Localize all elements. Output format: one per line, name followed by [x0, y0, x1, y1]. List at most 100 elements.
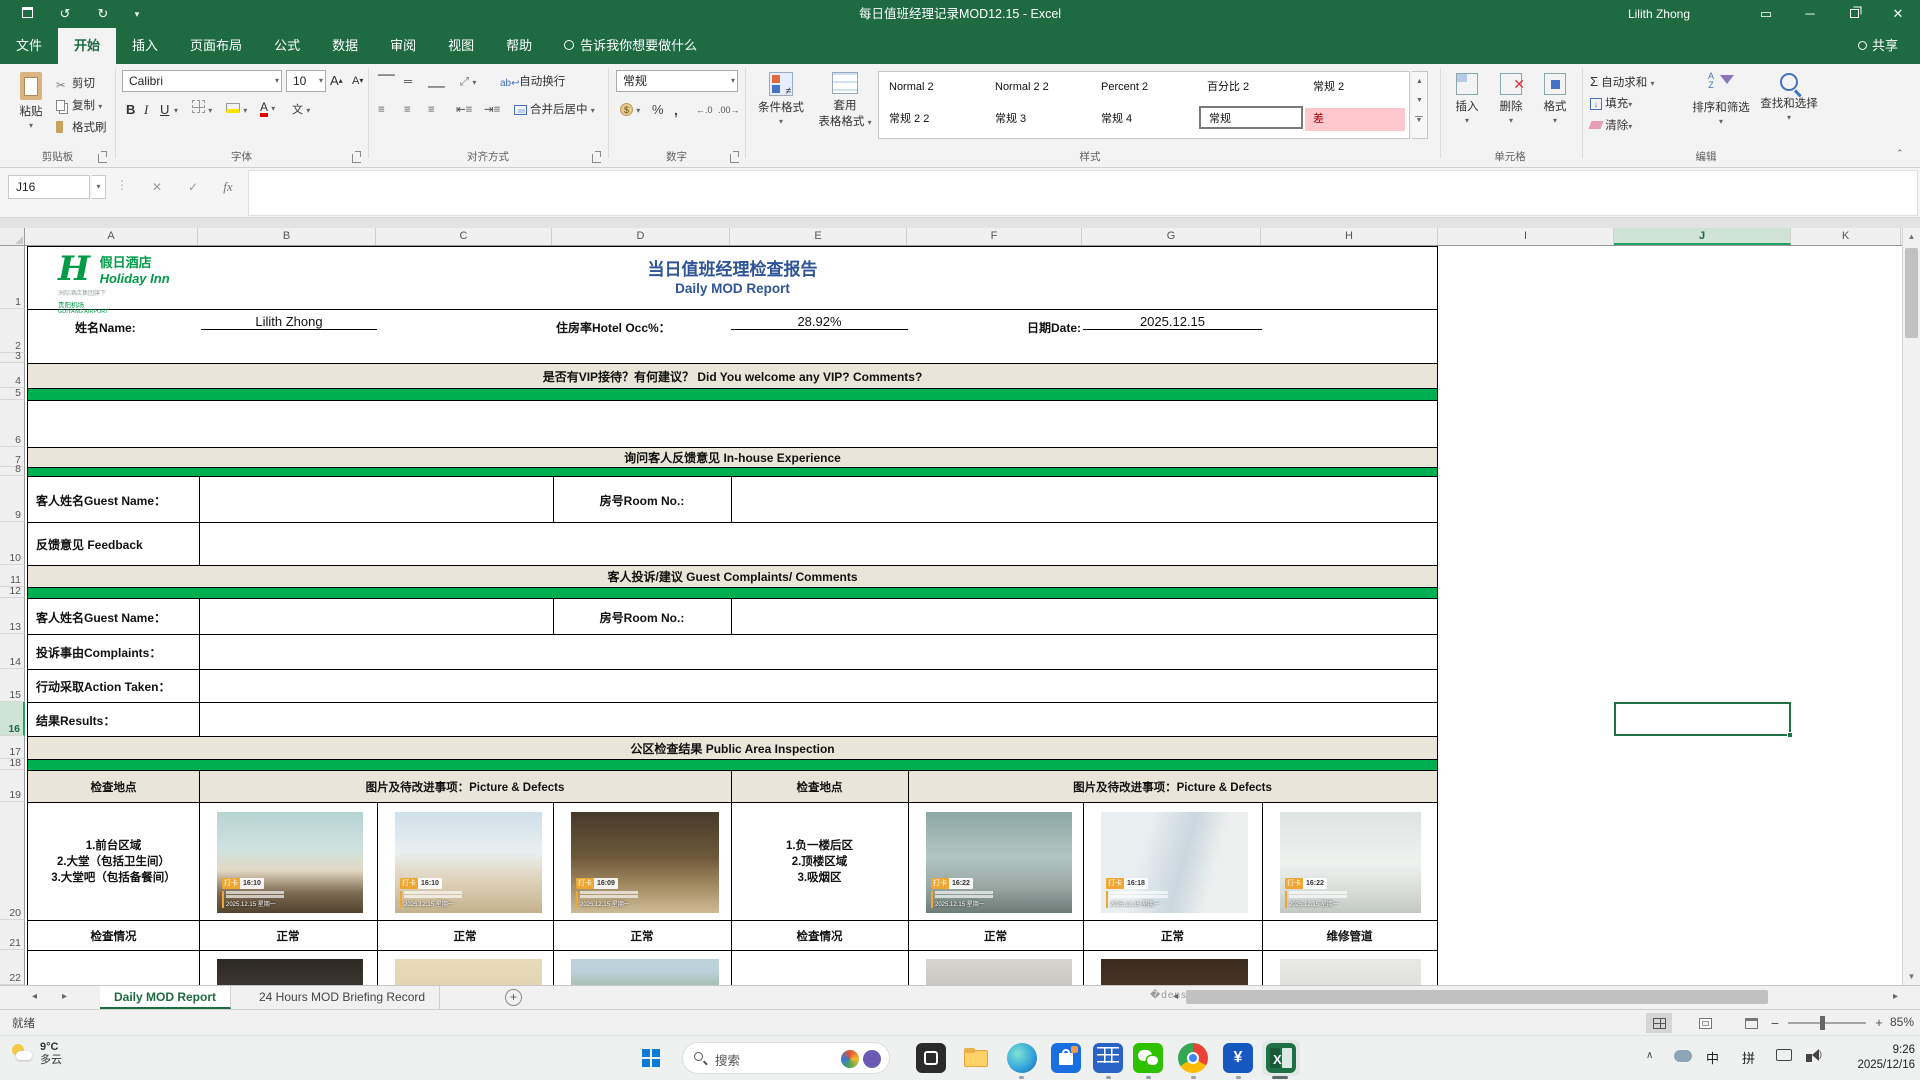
- inspection-photo-b22[interactable]: [217, 959, 363, 986]
- style-bad[interactable]: 差: [1305, 108, 1405, 131]
- ime-language-indicator[interactable]: 中: [1706, 1048, 1719, 1067]
- occupancy-value[interactable]: 28.92%: [731, 314, 908, 330]
- row-header-4[interactable]: 4: [0, 363, 25, 388]
- sort-filter-button[interactable]: AZ 排序和筛选▾: [1688, 70, 1754, 140]
- increase-indent-icon[interactable]: ⇥≡: [484, 100, 500, 120]
- row-header-2[interactable]: 2: [0, 309, 25, 353]
- style-changgui-3[interactable]: 常规 3: [987, 108, 1091, 131]
- align-middle-icon[interactable]: ═: [404, 72, 411, 92]
- comma-style-button[interactable]: ,: [674, 100, 678, 120]
- col-header-I[interactable]: I: [1438, 228, 1614, 245]
- col-header-H[interactable]: H: [1261, 228, 1438, 245]
- row-header-21[interactable]: 21: [0, 920, 25, 950]
- decrease-font-icon[interactable]: A▾: [352, 71, 363, 91]
- delete-cells-button[interactable]: ✕ 删除▾: [1490, 70, 1532, 140]
- insert-cells-button[interactable]: 插入▾: [1446, 70, 1488, 140]
- row-header-12[interactable]: 12: [0, 587, 25, 598]
- scroll-down-icon[interactable]: ▼: [1903, 968, 1920, 985]
- page-break-view-icon[interactable]: [1738, 1013, 1764, 1033]
- insert-function-icon[interactable]: fx: [216, 175, 240, 199]
- row-header-16[interactable]: 16: [0, 702, 25, 736]
- style-changgui-2[interactable]: 常规 2: [1305, 76, 1405, 99]
- zoom-out-icon[interactable]: −: [1768, 1013, 1782, 1033]
- collapse-ribbon-icon[interactable]: ⌃: [1896, 148, 1904, 159]
- volume-icon[interactable]: ): [1806, 1049, 1822, 1067]
- col-header-G[interactable]: G: [1082, 228, 1261, 245]
- align-center-icon[interactable]: ≡: [404, 100, 411, 120]
- cancel-entry-icon[interactable]: ✕: [146, 175, 168, 199]
- zoom-in-icon[interactable]: +: [1872, 1013, 1886, 1033]
- style-percent2-cn[interactable]: 百分比 2: [1199, 76, 1303, 99]
- style-changgui-2-2[interactable]: 常规 2 2: [881, 108, 985, 131]
- increase-decimal-button[interactable]: ←.0: [696, 100, 713, 120]
- tab-view[interactable]: 视图: [432, 28, 490, 64]
- tab-file[interactable]: 文件: [0, 28, 58, 64]
- row-header-13[interactable]: 13: [0, 598, 25, 634]
- inspection-photo-d20[interactable]: 打卡16:092025.12.15 星期一: [571, 812, 719, 913]
- inspection-photo-c20[interactable]: 打卡16:102025.12.15 星期一: [395, 812, 542, 913]
- date-value[interactable]: 2025.12.15: [1083, 314, 1262, 330]
- store-app-icon[interactable]: [1051, 1043, 1081, 1073]
- chrome-icon[interactable]: [1178, 1043, 1208, 1073]
- restore-icon[interactable]: [1832, 0, 1876, 28]
- find-select-button[interactable]: 查找和选择▾: [1756, 70, 1822, 140]
- inspection-photo-c22[interactable]: [395, 959, 542, 986]
- row-header-22[interactable]: 22: [0, 950, 25, 985]
- inspection-photo-g22[interactable]: [1101, 959, 1248, 986]
- ime-mode-indicator[interactable]: 拼: [1742, 1048, 1755, 1067]
- row-header-18[interactable]: 18: [0, 759, 25, 770]
- wrap-text-button[interactable]: ab↩ 自动换行: [500, 72, 565, 92]
- vscroll-thumb[interactable]: [1905, 248, 1918, 338]
- tab-data[interactable]: 数据: [316, 28, 374, 64]
- row-header-9[interactable]: 9: [0, 476, 25, 522]
- fill-color-button[interactable]: ▾: [226, 100, 247, 120]
- inspection-photo-f20[interactable]: 打卡16:222025.12.15 星期一: [926, 812, 1072, 913]
- col-header-E[interactable]: E: [730, 228, 907, 245]
- orientation-button[interactable]: ⤢ ▾: [460, 72, 476, 92]
- sheet-tab-24h-briefing[interactable]: 24 Hours MOD Briefing Record: [245, 986, 440, 1009]
- normal-view-icon[interactable]: [1646, 1013, 1672, 1033]
- inspection-photo-f22[interactable]: [926, 959, 1072, 986]
- style-normal-2[interactable]: Normal 2: [881, 76, 985, 99]
- sheet-tab-daily-mod[interactable]: Daily MOD Report: [100, 986, 231, 1009]
- inspection-photo-b20[interactable]: 打卡16:102025.12.15 星期一: [217, 812, 363, 913]
- vertical-scrollbar[interactable]: ▲ ▼: [1902, 228, 1920, 985]
- tab-page-layout[interactable]: 页面布局: [174, 28, 258, 64]
- taskbar-search-box[interactable]: 搜索: [682, 1042, 890, 1074]
- italic-button[interactable]: I: [144, 100, 148, 120]
- add-sheet-button[interactable]: +: [505, 989, 522, 1006]
- scroll-up-icon[interactable]: ▲: [1903, 228, 1920, 245]
- row-header-7[interactable]: 7: [0, 447, 25, 467]
- inspection-photo-h20[interactable]: 打卡16:222025.12.15 星期一: [1280, 812, 1421, 913]
- merge-center-button[interactable]: 合并后居中 ▾: [514, 100, 595, 120]
- hscroll-thumb[interactable]: [1186, 990, 1768, 1004]
- complaints-room-cell[interactable]: [732, 599, 1437, 634]
- tab-help[interactable]: 帮助: [490, 28, 548, 64]
- row-header-15[interactable]: 15: [0, 669, 25, 702]
- copy-button[interactable]: 复制 ▾: [56, 96, 102, 116]
- col-header-A[interactable]: A: [25, 228, 198, 245]
- percent-style-button[interactable]: %: [652, 100, 664, 120]
- tell-me-box[interactable]: 告诉我你想要做什么: [548, 28, 713, 64]
- tab-scroll-right-icon[interactable]: ▸: [62, 991, 67, 1002]
- row-header-11[interactable]: 11: [0, 565, 25, 587]
- font-color-button[interactable]: A ▾: [260, 98, 275, 118]
- excel-icon[interactable]: X: [1266, 1043, 1296, 1073]
- page-layout-view-icon[interactable]: [1692, 1013, 1718, 1033]
- hscroll-right-icon[interactable]: ▸: [1893, 991, 1898, 1002]
- formula-input[interactable]: [248, 170, 1918, 216]
- row-header-19[interactable]: 19: [0, 770, 25, 802]
- alignment-dialog-launcher[interactable]: [592, 154, 601, 163]
- conditional-formatting-button[interactable]: ≠ 条件格式▾: [750, 70, 812, 140]
- inhouse-room-cell[interactable]: [732, 477, 1437, 522]
- autosum-button[interactable]: Σ 自动求和 ▾: [1590, 72, 1654, 92]
- vip-answer-cell[interactable]: [28, 401, 1437, 448]
- name-box[interactable]: J16: [8, 175, 90, 199]
- name-box-dropdown-icon[interactable]: ▾: [92, 175, 106, 199]
- results-cell[interactable]: [200, 703, 1437, 736]
- fill-handle[interactable]: [1787, 732, 1793, 738]
- formula-bar-splitter[interactable]: ⋮: [116, 178, 128, 192]
- format-cells-button[interactable]: 格式▾: [1534, 70, 1576, 140]
- close-icon[interactable]: ✕: [1876, 0, 1920, 28]
- decrease-decimal-button[interactable]: .00→: [718, 100, 740, 120]
